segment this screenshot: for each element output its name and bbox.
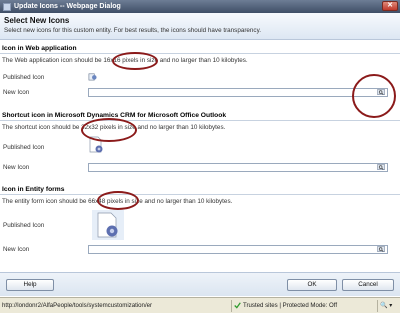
annotation-circle [352,74,396,118]
security-zone: Trusted sites | Protected Mode: Off [232,299,378,312]
cancel-button[interactable]: Cancel [342,279,394,291]
new-icon-label: New Icon [3,89,30,96]
new-icon-label: New Icon [3,164,30,171]
browse-icon[interactable] [377,164,386,171]
ie-page-icon [3,2,11,11]
new-outlook-icon-input[interactable] [88,163,388,172]
published-icon-label: Published Icon [3,74,45,81]
browser-status-bar: http://londonr2/AlfaPeople/tools/systemc… [0,297,400,313]
help-button[interactable]: Help [6,279,54,291]
section-entity-forms: Icon in Entity forms The entity form ico… [0,186,400,254]
dialog-description: Select new icons for this custom entity.… [4,27,262,34]
section-outlook-shortcut: Shortcut icon in Microsoft Dynamics CRM … [0,112,400,172]
annotation-circle [81,118,137,142]
close-button[interactable]: ✕ [382,1,398,11]
new-web-icon-input[interactable] [88,88,388,97]
zoom-control[interactable]: 🔍 ▾ [378,300,400,312]
ok-button[interactable]: OK [287,279,337,291]
section-heading: Shortcut icon in Microsoft Dynamics CRM … [0,112,400,121]
annotation-circle [97,191,139,210]
section-description: The shortcut icon should be 32x32 pixels… [2,124,226,131]
annotation-circle [112,52,158,70]
dialog-header: Select New Icons Select new icons for th… [0,13,400,40]
status-url: http://londonr2/AlfaPeople/tools/systemc… [0,299,232,312]
new-entity-form-icon-input[interactable] [88,245,388,254]
section-description: The entity form icon should be 66x48 pix… [2,198,233,205]
browse-icon[interactable] [377,246,386,253]
section-description: The Web application icon should be 16x16… [2,57,248,64]
security-zone-text: Trusted sites | Protected Mode: Off [243,302,338,309]
published-web-icon [88,73,97,81]
dialog-footer: Help OK Cancel [0,272,400,296]
published-icon-label: Published Icon [3,144,45,151]
published-entity-form-icon [92,210,124,240]
new-icon-label: New Icon [3,246,30,253]
published-icon-label: Published Icon [3,222,45,229]
section-heading: Icon in Entity forms [0,186,400,195]
window-title: Update Icons -- Webpage Dialog [14,3,121,10]
checkmark-icon [234,302,241,309]
dialog-title: Select New Icons [4,16,70,25]
section-web-application: Icon in Web application The Web applicat… [0,45,400,97]
window-title-bar: Update Icons -- Webpage Dialog ✕ [0,0,400,13]
section-heading: Icon in Web application [0,45,400,54]
